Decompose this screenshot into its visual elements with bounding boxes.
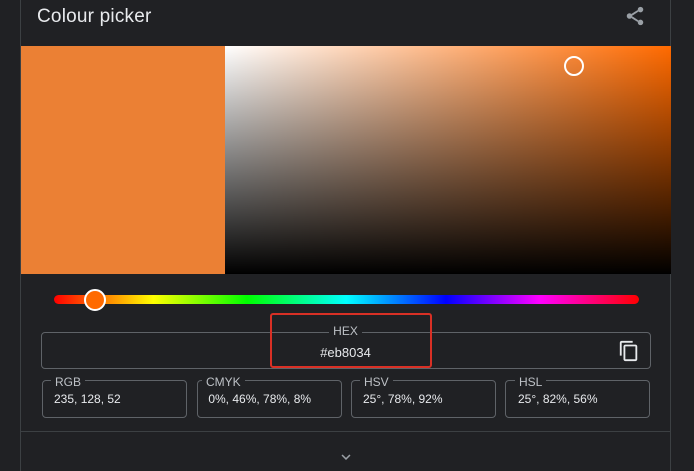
cmyk-label: CMYK [202,375,245,389]
saturation-value-area[interactable] [225,46,671,274]
rgb-value[interactable]: 235, 128, 52 [54,392,121,406]
hsv-value[interactable]: 25°, 78%, 92% [363,392,443,406]
color-preview-swatch [21,46,225,274]
hex-highlight-frame [270,313,432,368]
copy-icon[interactable] [618,340,640,362]
chevron-down-icon[interactable] [337,448,355,466]
rgb-label: RGB [51,375,86,389]
widget-title: Colour picker [37,6,152,27]
colour-picker-card: Colour picker HEX #eb8034 RGB 235, 128, … [20,0,671,471]
saturation-value-handle[interactable] [564,56,584,76]
footer-divider [21,431,670,432]
hue-slider-track[interactable] [54,295,639,304]
hue-slider-handle[interactable] [84,289,106,311]
share-icon[interactable] [624,5,646,27]
hsl-label: HSL [515,375,547,389]
cmyk-value[interactable]: 0%, 46%, 78%, 8% [205,392,311,406]
hsl-value[interactable]: 25°, 82%, 56% [518,392,598,406]
hsv-label: HSV [360,375,393,389]
